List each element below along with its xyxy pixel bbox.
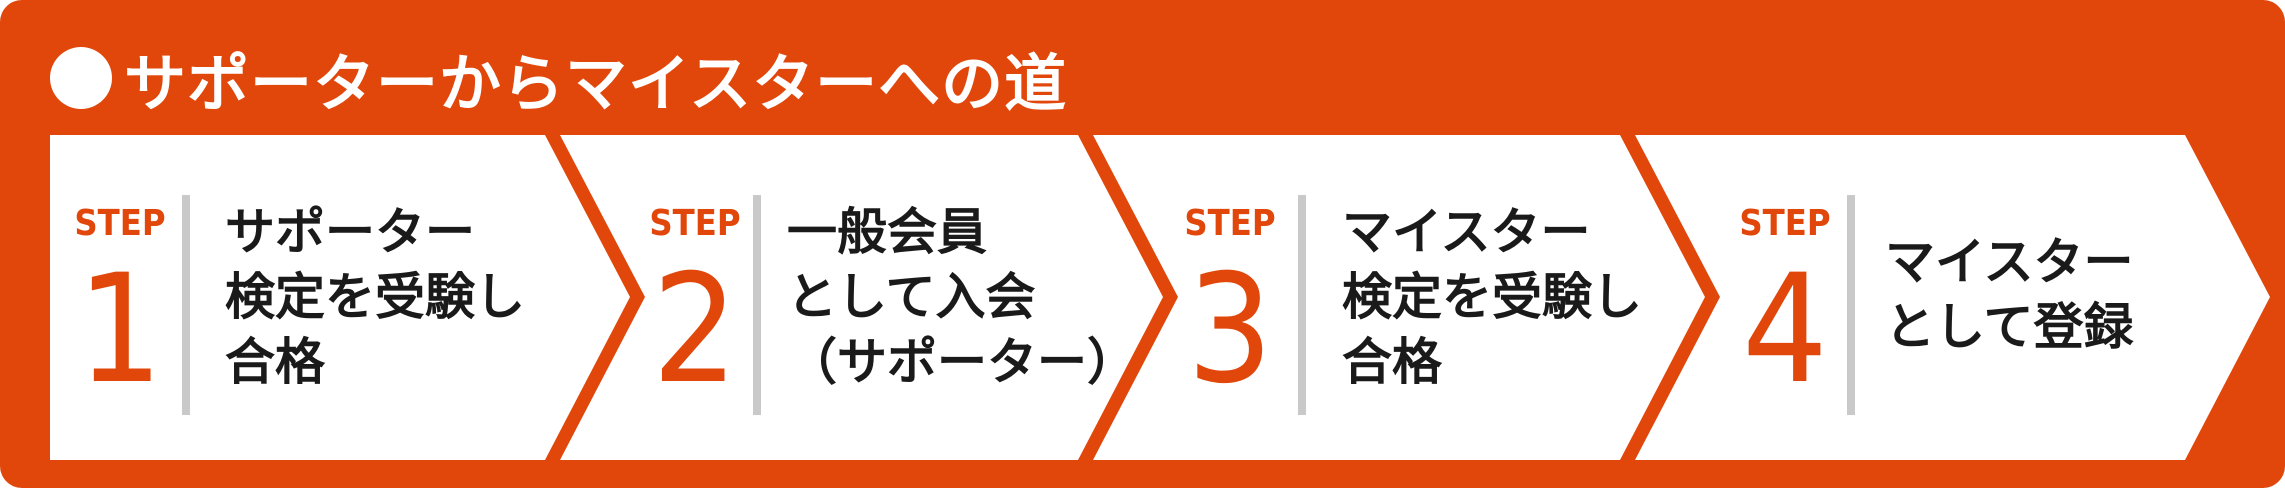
step-text-line: マイスター	[1885, 233, 2134, 291]
step-number: 4	[1742, 243, 1828, 417]
step-description: マイスター 検定を受験し 合格	[1342, 200, 1642, 395]
step-text-line: 合格	[1342, 333, 1442, 391]
step-text-line: 合格	[225, 333, 325, 391]
step-text-line: サポーター	[225, 203, 475, 261]
step-divider	[1847, 195, 1855, 415]
step-text-line: として登録	[1885, 298, 2134, 356]
step-number: 1	[77, 243, 163, 417]
step-text-line: 一般会員	[787, 203, 987, 261]
step-text-line: （サポーター）	[787, 333, 1137, 391]
step-label: STEP	[649, 203, 741, 244]
roadmap-banner: サポーターからマイスターへの道 STEP 1 サポーター 検定を受験し 合格 S…	[0, 0, 2285, 488]
step-text-line: マイスター	[1342, 203, 1591, 261]
step-divider	[753, 195, 761, 415]
step-label: STEP	[1184, 203, 1276, 244]
step-description: サポーター 検定を受験し 合格	[225, 200, 525, 395]
step-divider	[1298, 195, 1306, 415]
step-label: STEP	[74, 203, 166, 244]
step-text-line: として入会	[787, 268, 1036, 326]
step-number: 2	[652, 243, 738, 417]
step-divider	[182, 195, 190, 415]
step-description: 一般会員 として入会 （サポーター）	[787, 200, 1137, 395]
step-description: マイスター として登録	[1885, 230, 2134, 360]
step-number: 3	[1187, 243, 1273, 417]
step-text-line: 検定を受験し	[225, 268, 525, 326]
step-label: STEP	[1739, 203, 1831, 244]
step-text-line: 検定を受験し	[1342, 268, 1642, 326]
